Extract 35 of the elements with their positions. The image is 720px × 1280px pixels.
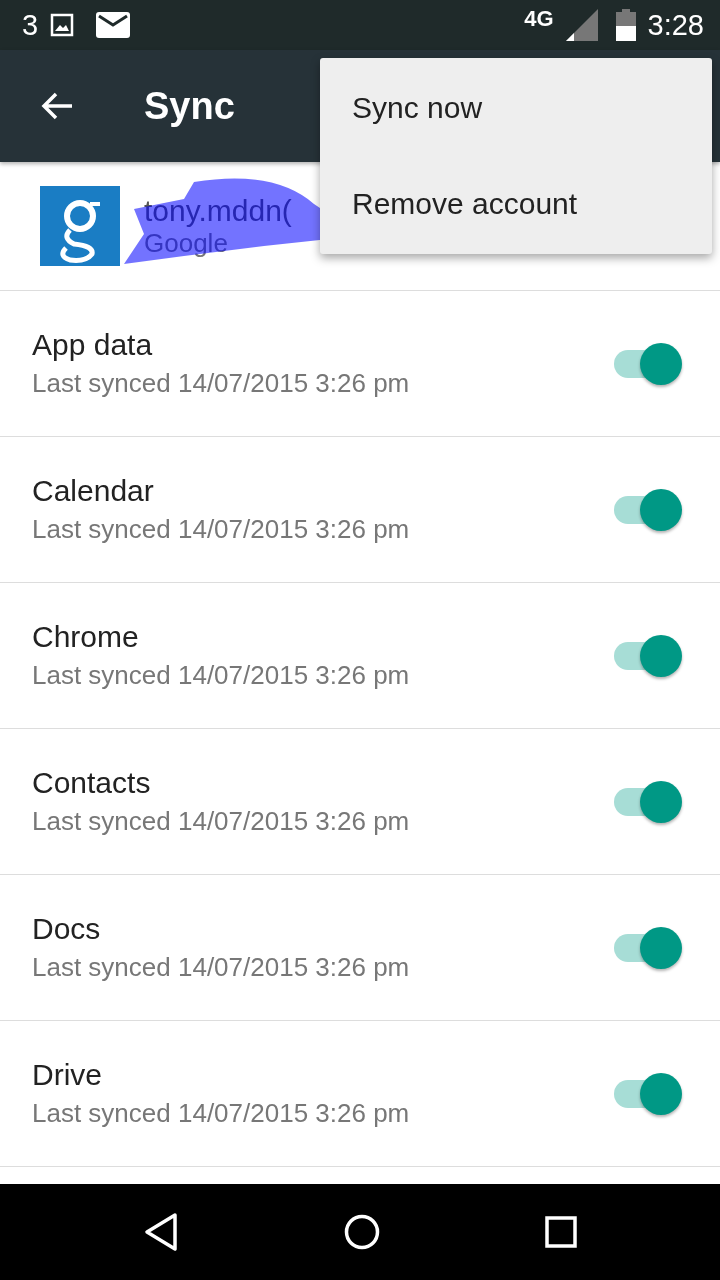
network-type: 4G [524,6,554,32]
mail-icon [96,12,131,38]
sync-status: Last synced 14/07/2015 3:26 pm [32,514,411,545]
menu-item[interactable]: Remove account [320,156,712,252]
sync-item-name: Calendar [32,474,155,508]
sync-status: Last synced 14/07/2015 3:26 pm [32,806,411,837]
sync-item-name: App data [32,328,154,362]
signal-icon [565,9,598,41]
clock: 3:28 [647,8,704,42]
toolbar-title: Sync [144,84,235,128]
sync-item-name: Docs [32,912,102,946]
toggle-switch[interactable] [612,1072,682,1115]
back-arrow-icon[interactable] [40,91,74,121]
battery-icon [615,9,636,41]
sync-status: Last synced 14/07/2015 3:26 pm [32,1098,411,1129]
home-icon[interactable] [344,1214,380,1250]
notification-count: 3 [22,8,39,42]
menu-item[interactable]: Sync now [320,60,712,156]
sync-status: Last synced 14/07/2015 3:26 pm [32,952,411,983]
image-icon [50,13,75,37]
sync-item-name: Contacts [32,766,152,800]
google-logo-icon [40,186,120,266]
sync-status: Last synced 14/07/2015 3:26 pm [32,368,411,399]
toggle-switch[interactable] [612,926,682,969]
sync-item-name: Chrome [32,620,140,654]
sync-item-name: Drive [32,1058,103,1092]
toggle-switch[interactable] [612,342,682,385]
toggle-switch[interactable] [612,488,682,531]
account-type: Google [144,227,229,259]
recents-icon[interactable] [545,1216,578,1248]
toggle-switch[interactable] [612,780,682,823]
account-email: tony.mddn( [144,193,292,228]
back-icon[interactable] [142,1212,179,1252]
toggle-switch[interactable] [612,634,682,677]
sync-status: Last synced 14/07/2015 3:26 pm [32,660,411,691]
